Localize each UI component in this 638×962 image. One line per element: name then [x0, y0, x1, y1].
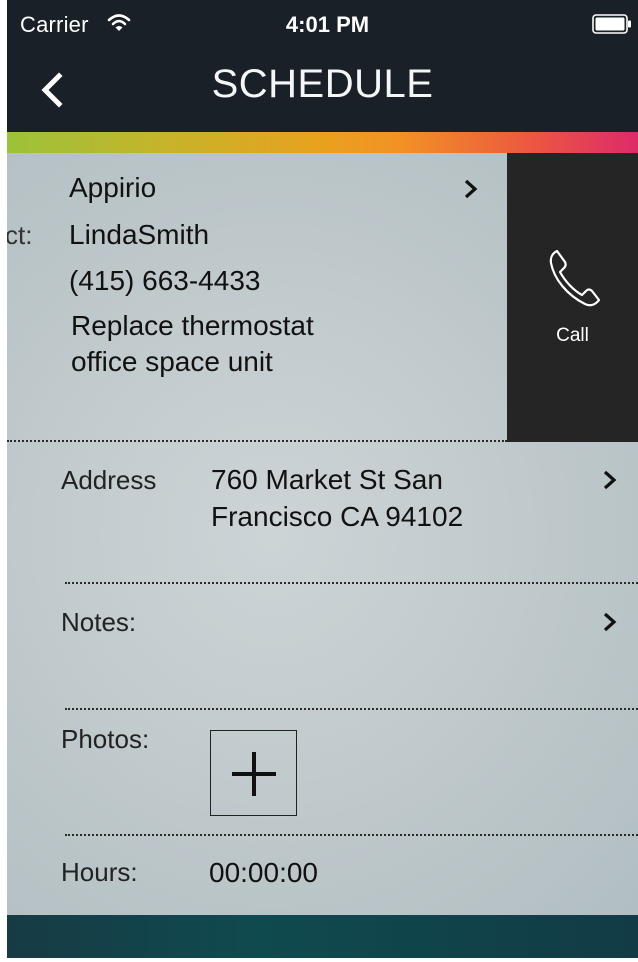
address-line-2[interactable]: Francisco CA 94102	[211, 501, 463, 533]
section-divider	[65, 708, 638, 710]
contact-phone: (415) 663-4433	[69, 265, 261, 296]
accent-gradient-bar	[7, 132, 638, 153]
company-name[interactable]: Appirio	[69, 172, 156, 204]
page-title: SCHEDULE	[211, 62, 434, 106]
section-divider	[65, 582, 638, 584]
chevron-right-icon[interactable]	[602, 611, 618, 633]
add-photo-button[interactable]	[210, 730, 297, 816]
section-divider	[7, 440, 507, 442]
job-description-line-1: Replace thermostat	[71, 310, 314, 341]
phone-icon	[549, 249, 601, 307]
battery-icon	[592, 14, 631, 34]
navigation-bar: Carrier 4:01 PM SCHEDULE	[7, 0, 638, 132]
contact-label: ct:	[7, 220, 33, 250]
plus-icon	[232, 752, 276, 796]
job-description-line-2: office space unit	[71, 346, 273, 377]
hours-value: 00:00:00	[209, 857, 318, 888]
status-time: 4:01 PM	[285, 12, 370, 37]
hours-label: Hours:	[61, 857, 138, 887]
call-label: Call	[556, 325, 589, 346]
notes-label[interactable]: Notes:	[61, 607, 136, 638]
call-button[interactable]: Call	[507, 153, 638, 442]
contact-name: LindaSmith	[69, 219, 210, 250]
chevron-right-icon[interactable]	[602, 469, 618, 491]
bottom-toolbar	[7, 915, 638, 962]
photos-label: Photos:	[61, 724, 150, 754]
address-label: Address	[61, 465, 157, 495]
phone-screen: Carrier 4:01 PM SCHEDULE Appirio ct: Lin…	[7, 0, 638, 962]
bottom-edge	[7, 958, 638, 962]
address-line-1[interactable]: 760 Market St San	[211, 464, 443, 496]
chevron-right-icon[interactable]	[463, 178, 479, 200]
section-divider	[65, 834, 638, 836]
